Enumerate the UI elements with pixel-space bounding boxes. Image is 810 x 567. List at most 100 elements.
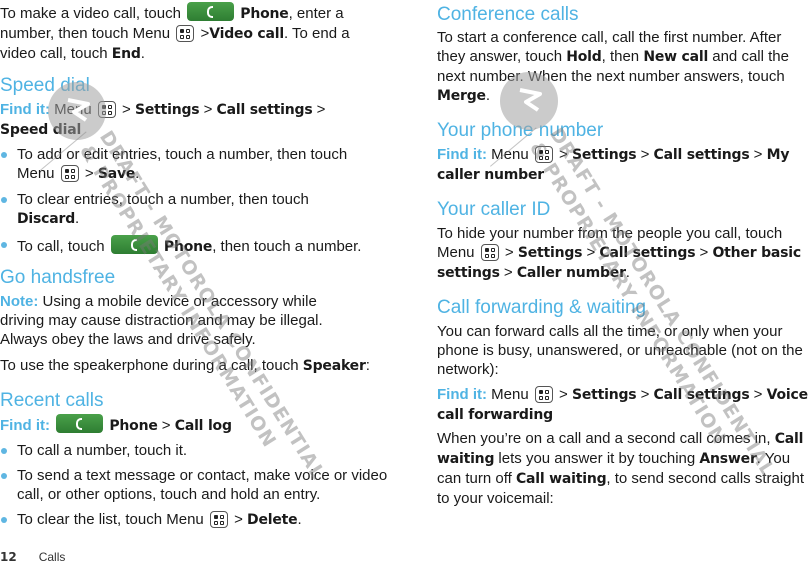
list-item: To call, touch Phone, then touch a numbe… — [0, 235, 380, 257]
text: . — [625, 264, 630, 281]
path-settings: Settings — [134, 102, 200, 118]
conference-calls-heading: Conference calls — [437, 4, 579, 25]
hold-label: Hold — [566, 49, 602, 65]
video-call-label: Video call — [209, 26, 284, 42]
text: . — [297, 511, 302, 528]
text: You can forward calls all the time, or o… — [437, 323, 803, 378]
call-waiting-paragraph: When you’re on a call and a second call … — [437, 429, 810, 508]
text: Menu — [49, 101, 96, 118]
separator: > — [312, 101, 326, 118]
text: Using a mobile device or accessory while… — [0, 293, 323, 348]
separator: > — [582, 244, 600, 261]
phone-button-icon — [187, 2, 235, 21]
text: To call a number, touch it. — [17, 442, 188, 459]
separator: > — [80, 165, 98, 182]
find-it-label: Find it: — [437, 146, 487, 163]
path-call-settings: Call settings — [216, 102, 313, 118]
separator: > — [157, 417, 175, 434]
find-it-label: Find it: — [0, 101, 50, 118]
separator: > — [117, 101, 135, 118]
new-call-label: New call — [643, 49, 709, 65]
separator: > — [199, 101, 217, 118]
find-it-label: Find it: — [437, 386, 487, 403]
caller-id-paragraph: To hide your number from the people you … — [437, 224, 809, 283]
text: , then — [601, 48, 644, 65]
speaker-label: Speaker — [302, 358, 366, 374]
handsfree-note: Note: Using a mobile device or accessory… — [0, 292, 345, 349]
text: . — [140, 45, 145, 62]
recent-calls-find-it: Find it: Phone > Call log — [0, 414, 380, 436]
text: Menu — [486, 146, 533, 163]
text: To send a text message or contact, make … — [17, 467, 388, 503]
text: . — [135, 165, 140, 182]
find-it-label: Find it: — [0, 417, 50, 434]
text: To clear entries, touch a number, then t… — [17, 191, 309, 208]
path-settings: Settings — [571, 147, 637, 163]
text: To make a video call, touch — [0, 5, 181, 22]
list-item: To clear the list, touch Menu > Delete. — [0, 510, 395, 530]
page-footer: 12 Calls — [0, 548, 65, 567]
menu-key-icon — [60, 165, 79, 182]
path-phone: Phone — [109, 418, 158, 434]
separator: > — [554, 146, 572, 163]
path-speed-dial: Speed dial — [0, 122, 82, 138]
phone-button-icon — [56, 414, 104, 433]
text: . — [485, 87, 491, 104]
merge-label: Merge — [437, 88, 486, 104]
path-caller-number: Caller number — [516, 265, 626, 281]
speakerphone-paragraph: To use the speakerphone during a call, t… — [0, 356, 400, 376]
delete-label: Delete — [247, 512, 298, 528]
video-call-paragraph: To make a video call, touch Phone, enter… — [0, 2, 380, 64]
menu-key-icon — [97, 101, 116, 118]
forwarding-paragraph: You can forward calls all the time, or o… — [437, 322, 810, 379]
menu-key-icon — [534, 146, 553, 163]
separator: > — [695, 244, 713, 261]
text: . — [75, 210, 80, 227]
menu-key-icon — [209, 511, 228, 528]
your-phone-number-heading: Your phone number — [437, 120, 604, 141]
menu-key-icon — [480, 244, 499, 261]
text: To use the speakerphone during a call, t… — [0, 357, 303, 374]
text: To clear the list, touch Menu — [17, 511, 208, 528]
text: When you’re on a call and a second call … — [437, 430, 775, 447]
recent-calls-heading: Recent calls — [0, 390, 104, 411]
recent-calls-list: To call a number, touch it. To send a te… — [0, 441, 395, 530]
list-item: To send a text message or contact, make … — [0, 466, 395, 504]
answer-label: Answer — [699, 451, 757, 467]
list-item: To clear entries, touch a number, then t… — [0, 190, 380, 229]
separator: > — [636, 386, 654, 403]
separator: > — [749, 386, 767, 403]
text: To call, touch — [17, 238, 109, 255]
phone-button-icon — [110, 235, 158, 254]
save-label: Save — [97, 166, 136, 182]
speed-dial-heading: Speed dial — [0, 75, 90, 96]
menu-key-icon — [176, 25, 195, 42]
separator: > — [636, 146, 654, 163]
speed-dial-list: To add or edit entries, touch a number, … — [0, 145, 380, 257]
path-settings: Settings — [517, 245, 583, 261]
end-label: End — [111, 46, 141, 62]
path-call-settings: Call settings — [599, 245, 696, 261]
phone-label: Phone — [240, 6, 289, 22]
separator: > — [749, 146, 767, 163]
path-call-log: Call log — [174, 418, 232, 434]
speed-dial-find-it: Find it: Menu > Settings > Call settings… — [0, 100, 360, 140]
note-label: Note: — [0, 293, 39, 310]
forwarding-find-it: Find it: Menu > Settings > Call settings… — [437, 385, 810, 425]
text: , then touch a number. — [212, 238, 362, 255]
separator: > — [554, 386, 572, 403]
separator: > — [500, 244, 518, 261]
text: > — [196, 25, 210, 42]
discard-label: Discard — [17, 211, 76, 227]
call-forwarding-heading: Call forwarding & waiting — [437, 297, 647, 318]
path-settings: Settings — [571, 387, 637, 403]
menu-key-icon — [534, 386, 553, 403]
conference-paragraph: To start a conference call, call the fir… — [437, 28, 807, 106]
separator: > — [499, 264, 517, 281]
list-item: To add or edit entries, touch a number, … — [0, 145, 380, 184]
phone-number-find-it: Find it: Menu > Settings > Call settings… — [437, 145, 809, 185]
go-handsfree-heading: Go handsfree — [0, 267, 116, 288]
list-item: To call a number, touch it. — [0, 441, 395, 460]
separator: > — [229, 511, 248, 528]
path-call-settings: Call settings — [653, 147, 750, 163]
